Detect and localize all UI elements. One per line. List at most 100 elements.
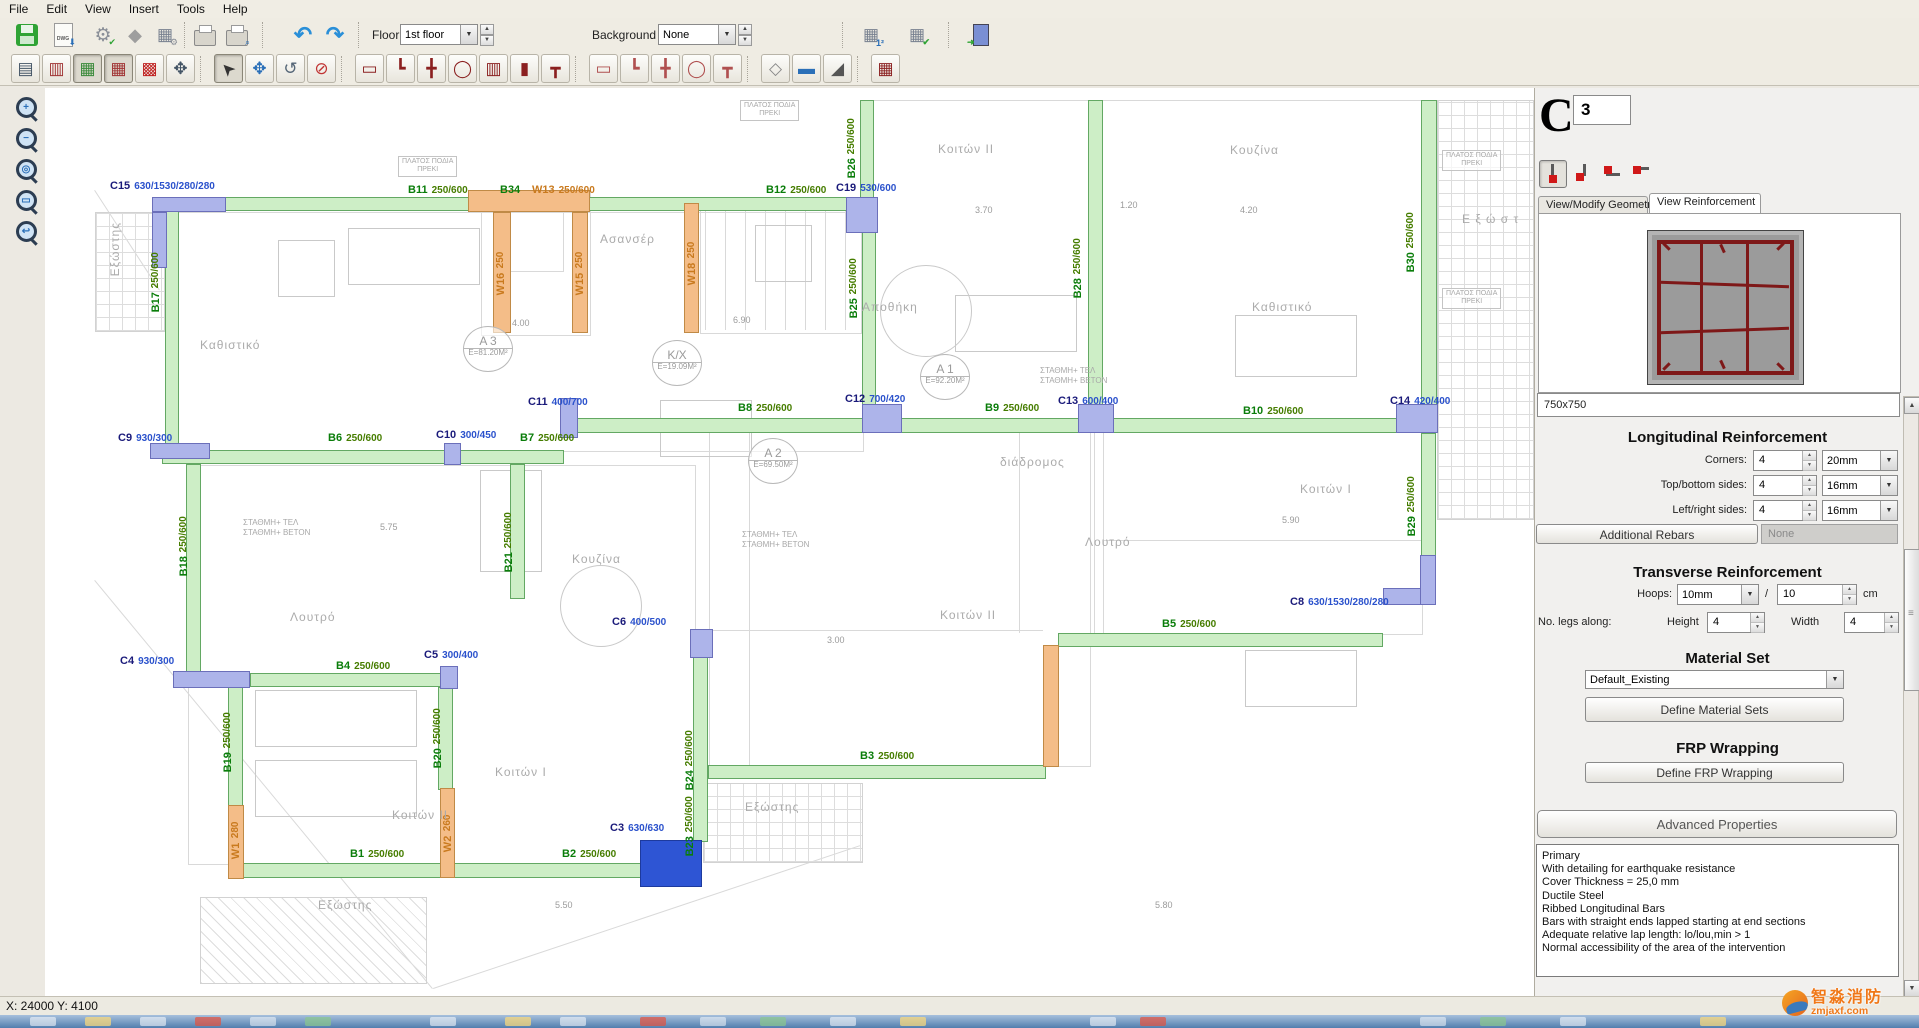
taskbar-app-button[interactable]	[830, 1017, 856, 1026]
taskbar-app-button[interactable]	[700, 1017, 726, 1026]
jacket-t-button[interactable]: ╋	[651, 54, 680, 83]
floor-select[interactable]: 1st floor▼	[400, 24, 478, 45]
taskbar-app-button[interactable]	[505, 1017, 531, 1026]
move-tool-button[interactable]: ✥	[245, 54, 274, 83]
taskbar-app-button[interactable]	[1420, 1017, 1446, 1026]
panel-scrollbar[interactable]: ▲ ▼	[1903, 396, 1919, 996]
taskbar-app-button[interactable]	[760, 1017, 786, 1026]
column[interactable]	[150, 443, 210, 459]
print-button[interactable]	[190, 20, 220, 50]
import-dwg-members-button[interactable]: ▥	[42, 54, 71, 83]
taskbar-app-button[interactable]	[140, 1017, 166, 1026]
beam[interactable]	[1421, 100, 1437, 410]
taskbar-app-button[interactable]	[1480, 1017, 1506, 1026]
renumber-button[interactable]: ▦1²	[856, 20, 886, 50]
column[interactable]	[440, 666, 458, 689]
select-tool-button[interactable]: ➤	[214, 54, 243, 83]
tab-view-reinforcement[interactable]: View Reinforcement	[1649, 193, 1761, 213]
beam-button[interactable]: ▬	[792, 54, 821, 83]
background-spinner[interactable]: ▲▼	[738, 24, 752, 46]
column[interactable]	[152, 197, 226, 212]
orientation-bottom-left-button[interactable]	[1539, 160, 1567, 188]
orientation-bottom-right-button[interactable]	[1569, 160, 1595, 186]
column[interactable]	[1078, 404, 1114, 433]
scroll-down-icon[interactable]: ▼	[1904, 980, 1919, 997]
column[interactable]	[1420, 555, 1436, 605]
zoom-previous-button[interactable]: ↩	[10, 216, 42, 246]
taskbar-app-button[interactable]	[1090, 1017, 1116, 1026]
define-frp-wrapping-button[interactable]: Define FRP Wrapping	[1585, 762, 1844, 783]
menu-tools[interactable]: Tools	[168, 1, 214, 17]
taskbar-app-button[interactable]	[305, 1017, 331, 1026]
menu-file[interactable]: File	[0, 1, 37, 17]
taskbar-app-button[interactable]	[900, 1017, 926, 1026]
section-tee-wall-button[interactable]: ┳	[541, 54, 570, 83]
section-wall-button[interactable]: ▥	[479, 54, 508, 83]
grid-members-green-button[interactable]: ▦	[73, 54, 102, 83]
section-t-column-button[interactable]: ╋	[417, 54, 446, 83]
taskbar-app-button[interactable]	[195, 1017, 221, 1026]
hoops-diameter-select[interactable]: 10mm▼	[1677, 584, 1759, 605]
section-rectangular-column-button[interactable]: ▭	[355, 54, 384, 83]
save-button[interactable]	[12, 20, 42, 50]
define-material-sets-button[interactable]: Define Material Sets	[1585, 697, 1844, 722]
menu-view[interactable]: View	[76, 1, 120, 17]
left-right-count-input[interactable]: 4▲▼	[1753, 500, 1817, 521]
legs-width-input[interactable]: 4▲▼	[1844, 612, 1899, 633]
tab-view-modify-geometry[interactable]: View/Modify Geometry	[1538, 196, 1648, 213]
beam[interactable]	[250, 673, 442, 687]
menu-edit[interactable]: Edit	[37, 1, 76, 17]
jacket-l-button[interactable]: ┗	[620, 54, 649, 83]
delete-tool-button[interactable]: ⊘	[307, 54, 336, 83]
floor-spinner[interactable]: ▲▼	[480, 24, 494, 46]
zoom-window-button[interactable]: ▭	[10, 185, 42, 215]
slab-button[interactable]: ◇	[761, 54, 790, 83]
exit-button[interactable]: ➜	[966, 20, 996, 50]
section-circular-column-button[interactable]: ◯	[448, 54, 477, 83]
redo-button[interactable]: ↷	[320, 20, 350, 50]
column[interactable]	[173, 671, 250, 688]
windows-taskbar[interactable]	[0, 1015, 1919, 1028]
beam[interactable]	[562, 418, 1420, 433]
column[interactable]	[444, 443, 461, 465]
beam[interactable]	[708, 765, 1046, 779]
zoom-out-button[interactable]: −	[10, 123, 42, 153]
print-preview-button[interactable]: ⌕	[222, 20, 252, 50]
jacket-circular-button[interactable]: ◯	[682, 54, 711, 83]
wall-member[interactable]	[1043, 645, 1059, 767]
zoom-in-button[interactable]: +	[10, 92, 42, 122]
taskbar-app-button[interactable]	[1140, 1017, 1166, 1026]
taskbar-app-button[interactable]	[1560, 1017, 1586, 1026]
column[interactable]	[690, 629, 713, 658]
taskbar-app-button[interactable]	[85, 1017, 111, 1026]
ramp-button[interactable]: ◢	[823, 54, 852, 83]
frame-3d-button[interactable]: ▦	[871, 54, 900, 83]
advanced-properties-button[interactable]: Advanced Properties	[1537, 810, 1897, 838]
beam[interactable]	[1421, 433, 1436, 565]
grid-red-button[interactable]: ▩	[135, 54, 164, 83]
column[interactable]	[1396, 404, 1438, 433]
undo-button[interactable]: ↶	[288, 20, 318, 50]
scroll-thumb[interactable]	[1904, 549, 1919, 691]
beam[interactable]	[588, 197, 848, 211]
grid-settings-button[interactable]: ▦⚙	[150, 20, 180, 50]
beam[interactable]	[1058, 633, 1383, 647]
jacket-rectangular-button[interactable]: ▭	[589, 54, 618, 83]
orientation-top-left-button[interactable]	[1599, 160, 1625, 186]
beam[interactable]	[162, 450, 564, 464]
view-3d-button[interactable]: ◆	[120, 20, 150, 50]
menu-insert[interactable]: Insert	[120, 1, 168, 17]
corners-diameter-select[interactable]: 20mm▼	[1822, 450, 1898, 471]
section-l-column-button[interactable]: ┗	[386, 54, 415, 83]
jacket-tee-button[interactable]: ┳	[713, 54, 742, 83]
top-bottom-count-input[interactable]: 4▲▼	[1753, 475, 1817, 496]
export-dwg-button[interactable]: DWG ⬇	[48, 20, 78, 50]
taskbar-app-button[interactable]	[560, 1017, 586, 1026]
beam[interactable]	[233, 863, 643, 878]
orientation-top-right-button[interactable]	[1629, 160, 1655, 186]
beam[interactable]	[862, 232, 876, 420]
corners-count-input[interactable]: 4▲▼	[1753, 450, 1817, 471]
taskbar-app-button[interactable]	[640, 1017, 666, 1026]
beam[interactable]	[165, 211, 179, 451]
beam[interactable]	[225, 197, 471, 211]
